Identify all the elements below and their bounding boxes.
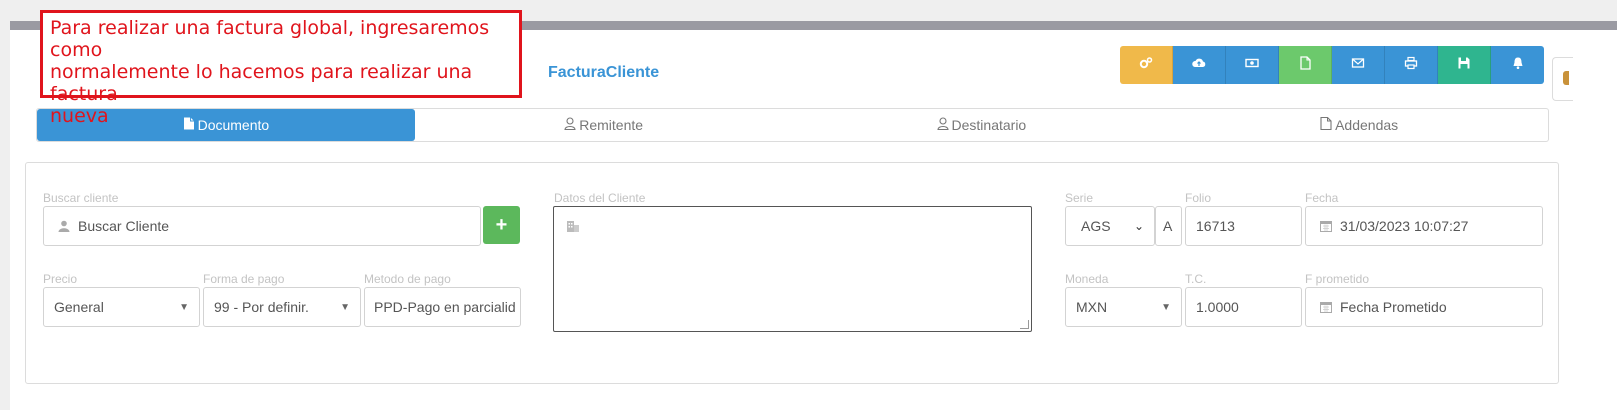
caret-down-icon: ▼ [1161,301,1171,313]
user-icon [936,117,949,133]
f-prometido-label: F prometido [1305,272,1370,286]
add-client-button[interactable]: + [483,206,520,244]
f-prometido-input[interactable]: Fecha Prometido [1305,287,1543,327]
action-toolbar [1120,46,1544,84]
fecha-label: Fecha [1305,191,1339,205]
calendar-icon [1320,220,1332,232]
serie-extra-field[interactable]: A [1155,206,1182,246]
file-outline-icon [1320,116,1332,133]
tc-input[interactable]: 1.0000 [1185,287,1302,327]
calendar-icon [1320,301,1332,313]
metodo-pago-label: Metodo de pago [364,272,451,286]
serie-select[interactable]: AGS ⌄ [1065,206,1155,246]
tab-label: Remitente [579,117,644,133]
tc-label: T.C. [1185,272,1207,286]
metodo-pago-value: PPD-Pago en parcialid [374,299,516,315]
fecha-value: 31/03/2023 10:07:27 [1340,218,1469,234]
moneda-label: Moneda [1065,272,1109,286]
email-button[interactable] [1332,46,1385,84]
folio-label: Folio [1185,191,1212,205]
chevron-down-icon: ⌄ [1133,219,1144,233]
building-icon [566,219,580,238]
caret-down-icon: ▼ [340,301,350,313]
metodo-pago-select[interactable]: PPD-Pago en parcialid [364,287,521,327]
tab-destinatario[interactable]: Destinatario [793,109,1171,141]
document-button[interactable] [1279,46,1332,84]
settings-button[interactable] [1120,46,1173,84]
forma-pago-label: Forma de pago [203,272,285,286]
tc-value: 1.0000 [1196,299,1239,315]
upload-button[interactable] [1173,46,1226,84]
precio-label: Precio [43,272,78,286]
serie-extra-value: A [1163,218,1173,234]
save-button[interactable] [1438,46,1491,84]
tab-addendas[interactable]: Addendas [1170,109,1548,141]
f-prometido-placeholder: Fecha Prometido [1340,299,1447,315]
user-icon [58,220,70,232]
serie-label: Serie [1065,191,1094,205]
buscar-cliente-input[interactable]: Buscar Cliente [43,206,481,246]
print-button[interactable] [1385,46,1438,84]
precio-value: General [54,299,104,315]
payment-button[interactable] [1226,46,1279,84]
document-icon [1298,55,1312,75]
side-tab-marker [1563,71,1569,85]
moneda-select[interactable]: MXN ▼ [1065,287,1182,327]
serie-value: AGS [1081,218,1111,234]
cogs-icon [1139,56,1153,75]
money-icon [1245,56,1259,75]
caret-down-icon: ▼ [179,301,189,313]
datos-cliente-textarea[interactable] [553,206,1032,332]
folio-value: 16713 [1196,218,1235,234]
buscar-cliente-label: Buscar cliente [43,191,119,205]
annotation-callout: Para realizar una factura global, ingres… [40,10,522,127]
annotation-line: normalemente lo hacemos para realizar un… [50,61,473,105]
moneda-value: MXN [1076,299,1108,315]
cloud-upload-icon [1192,56,1206,75]
forma-pago-value: 99 - Por definir. [214,299,309,315]
side-panel-tab[interactable] [1552,57,1573,101]
resize-handle[interactable] [1020,320,1029,329]
buscar-cliente-placeholder: Buscar Cliente [78,218,170,234]
datos-cliente-label: Datos del Cliente [554,191,646,205]
tab-label: Destinatario [951,117,1027,133]
forma-pago-select[interactable]: 99 - Por definir. ▼ [203,287,361,327]
precio-select[interactable]: General ▼ [43,287,200,327]
user-icon [564,117,576,133]
annotation-line: Para realizar una factura global, ingres… [50,17,490,61]
fecha-input[interactable]: 31/03/2023 10:07:27 [1305,206,1543,246]
notifications-button[interactable] [1491,46,1544,84]
page-title: FacturaCliente [548,64,660,81]
bell-icon [1511,56,1525,75]
save-icon [1457,56,1471,75]
folio-input[interactable]: 16713 [1185,206,1302,246]
annotation-line: nueva [50,105,109,127]
envelope-icon [1351,56,1365,75]
print-icon [1404,56,1418,75]
tab-label: Addendas [1335,117,1399,133]
